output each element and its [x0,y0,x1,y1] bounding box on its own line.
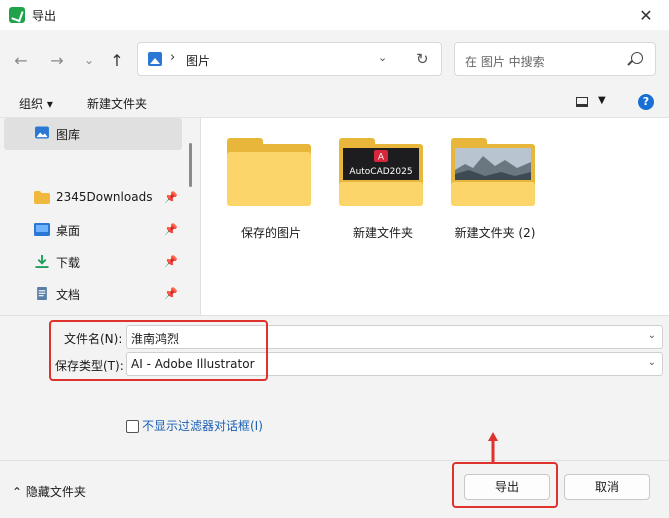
up-button[interactable]: ↑ [106,49,128,71]
command-bar: 组织 ▾ 新建文件夹 ▼ ? [0,88,669,118]
folder-icon: A AutoCAD2025 [339,138,423,206]
new-folder-button[interactable]: 新建文件夹 [87,95,147,112]
svg-text:A: A [378,153,385,163]
search-input[interactable]: 在 图片 中搜索 [465,53,545,70]
folder-icon [451,138,535,206]
help-icon[interactable]: ? [638,94,654,110]
organize-menu[interactable]: 组织 ▾ [19,95,53,112]
navigation-bar: ← → ⌄ ↑ › 图片 ⌄ ↻ 在 图片 中搜索 [0,30,669,88]
sidebar-item-label: 下载 [56,256,81,270]
gallery-icon [35,126,49,139]
document-icon [37,287,47,300]
view-options-icon[interactable] [576,97,588,107]
pin-icon[interactable]: 📌 [164,191,178,204]
address-bar[interactable]: › 图片 ⌄ ↻ [137,42,442,76]
search-icon [631,52,643,64]
navigation-pane: 图库 2345Downloads 📌 桌面 📌 下载 📌 文档 📌 [0,118,200,315]
close-icon: ✕ [639,5,653,25]
title-bar: 导出 ✕ [0,0,669,30]
cancel-button[interactable]: 取消 [564,474,650,500]
close-button[interactable]: ✕ [623,0,669,30]
refresh-button[interactable]: ↻ [416,50,429,68]
search-box[interactable]: 在 图片 中搜索 [454,42,656,76]
folder-label: 新建文件夹 (2) [454,226,536,240]
download-icon [35,255,49,268]
pin-icon[interactable]: 📌 [164,223,178,236]
hide-folders-label: 隐藏文件夹 [25,485,86,499]
back-button[interactable]: ← [10,49,32,71]
chevron-down-icon[interactable]: ⌄ [378,51,387,64]
sidebar-item-label: 2345Downloads [56,190,153,204]
filter-dialog-checkbox[interactable] [126,420,139,433]
window-title: 导出 [32,9,57,23]
chevron-down-icon[interactable]: ⌄ [648,357,656,368]
arrow-indicator [488,432,498,462]
forward-button[interactable]: → [46,49,68,71]
folder-icon [34,191,50,204]
pictures-icon [148,52,162,66]
autocad-label: AutoCAD2025 [349,167,412,177]
desktop-icon [34,223,50,236]
pin-icon[interactable]: 📌 [164,287,178,300]
folder-label: 新建文件夹 [352,226,413,240]
pin-icon[interactable]: 📌 [164,255,178,268]
sidebar-item-2345downloads[interactable]: 2345Downloads 📌 [4,182,182,214]
sidebar-item-desktop[interactable]: 桌面 📌 [4,214,182,246]
highlight-box [49,320,268,381]
folder-item[interactable]: 保存的图片 [215,138,315,248]
folder-icon [227,138,311,206]
app-logo-icon [9,7,25,23]
chevron-up-icon: ⌃ [12,485,23,499]
sidebar-scrollbar[interactable] [189,143,192,187]
sidebar-item-label: 桌面 [56,224,81,238]
chevron-down-icon[interactable]: ⌄ [648,330,656,341]
chevron-right-icon[interactable]: › [170,50,175,65]
sidebar-item-documents[interactable]: 文档 📌 [4,278,182,310]
recent-locations-button[interactable]: ⌄ [78,49,100,71]
folder-item[interactable]: A AutoCAD2025 新建文件夹 [327,138,427,248]
filter-dialog-label[interactable]: 不显示过滤器对话框(I) [142,418,272,434]
file-list: 保存的图片 A AutoCAD2025 新建文件夹 新建文件夹 (2) [201,118,669,315]
sidebar-item-label: 图库 [56,128,81,142]
address-path[interactable]: 图片 [186,52,210,69]
landscape-thumbnail [455,148,531,180]
autocad-thumbnail: A AutoCAD2025 [343,148,419,180]
sidebar-item-downloads[interactable]: 下载 📌 [4,246,182,278]
folder-item[interactable]: 新建文件夹 (2) [439,138,539,248]
chevron-down-icon[interactable]: ▼ [598,95,606,106]
sidebar-item-gallery[interactable]: 图库 [4,118,182,150]
export-button[interactable]: 导出 [464,474,550,500]
sidebar-item-label: 文档 [56,288,81,302]
hide-folders-toggle[interactable]: ⌃ 隐藏文件夹 [12,483,86,500]
folder-label: 保存的图片 [240,226,301,240]
